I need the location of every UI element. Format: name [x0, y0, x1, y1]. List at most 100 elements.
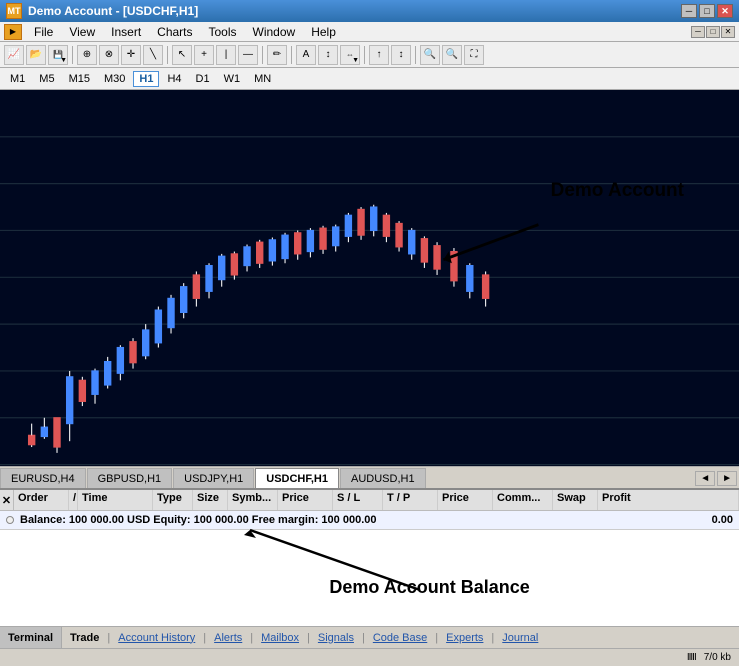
tab-experts[interactable]: Experts — [438, 630, 491, 646]
sep2 — [167, 46, 168, 64]
chart-scroll-left[interactable]: ◄ — [695, 471, 715, 486]
open-btn[interactable]: 📂 — [26, 45, 46, 65]
chart-scroll-right[interactable]: ► — [717, 471, 737, 486]
menu-view[interactable]: View — [61, 23, 103, 41]
sep6 — [415, 46, 416, 64]
col-order: Order — [14, 490, 69, 510]
tf-mn[interactable]: MN — [248, 71, 277, 87]
line-btn[interactable]: ╲ — [143, 45, 163, 65]
balance-indicator — [6, 516, 14, 524]
zoom-out-btn[interactable]: ⊗ — [99, 45, 119, 65]
new-chart-btn[interactable]: 📈 — [4, 45, 24, 65]
col-comm: Comm... — [493, 490, 553, 510]
zoom-btn[interactable]: 🔍 — [420, 45, 440, 65]
terminal-panel: ✕ Order / Time Type Size Symb... Price S… — [0, 488, 739, 648]
balance-profit: 0.00 — [712, 514, 733, 526]
tf-d1[interactable]: D1 — [190, 71, 216, 87]
arrow-btn[interactable]: ↖ — [172, 45, 192, 65]
tf-m30[interactable]: M30 — [98, 71, 131, 87]
fullscreen-btn[interactable]: ⛶ — [464, 45, 484, 65]
tab-codebase[interactable]: Code Base — [365, 630, 435, 646]
inner-restore-btn[interactable]: □ — [706, 26, 720, 38]
title-text: Demo Account - [USDCHF,H1] — [28, 4, 198, 18]
expand-btn[interactable]: ⇔ ▼ — [340, 45, 360, 65]
inner-minimize-btn[interactable]: ─ — [691, 26, 705, 38]
save-btn[interactable]: 💾 ▼ — [48, 45, 68, 65]
col-sl: S / L — [333, 490, 383, 510]
title-bar: MT Demo Account - [USDCHF,H1] ─ □ ✕ — [0, 0, 739, 22]
status-info: 7/0 kb — [704, 652, 731, 663]
tab-trade[interactable]: Trade — [62, 630, 107, 646]
sep5 — [364, 46, 365, 64]
pen-btn[interactable]: ✏ — [267, 45, 287, 65]
col-size: Size — [193, 490, 228, 510]
fib-btn[interactable]: ↕ — [318, 45, 338, 65]
close-button[interactable]: ✕ — [717, 4, 733, 18]
demo-balance-annotation: Demo Account Balance — [329, 577, 529, 598]
inner-window-controls: ─ □ ✕ — [691, 26, 735, 38]
menu-file[interactable]: File — [26, 23, 61, 41]
tab-signals[interactable]: Signals — [310, 630, 362, 646]
chart-tab-arrows: ◄ ► — [693, 469, 739, 488]
tf-m5[interactable]: M5 — [33, 71, 60, 87]
chart-scroll-btn[interactable]: ↕ — [391, 45, 411, 65]
menu-tools[interactable]: Tools — [201, 23, 245, 41]
menu-insert[interactable]: Insert — [103, 23, 149, 41]
hline-btn[interactable]: — — [238, 45, 258, 65]
balance-text: Balance: 100 000.00 USD Equity: 100 000.… — [20, 514, 376, 526]
tf-h1[interactable]: H1 — [133, 71, 159, 87]
zoom-out2-btn[interactable]: 🔍 — [442, 45, 462, 65]
tab-mailbox[interactable]: Mailbox — [253, 630, 307, 646]
col-price: Price — [278, 490, 333, 510]
chart-up-btn[interactable]: ↑ — [369, 45, 389, 65]
app-logo: ▶ — [4, 24, 22, 40]
chart-tab-usdchf-h1[interactable]: USDCHF,H1 — [255, 468, 339, 488]
terminal-tab-bar: Terminal Trade | Account History | Alert… — [0, 626, 739, 648]
chart-tab-bar: EURUSD,H4 GBPUSD,H1 USDJPY,H1 USDCHF,H1 … — [0, 466, 739, 488]
demo-account-label: Demo Account — [551, 180, 684, 202]
terminal-collapse-btn[interactable]: ✕ — [0, 490, 14, 510]
tab-journal[interactable]: Journal — [494, 630, 546, 646]
minimize-button[interactable]: ─ — [681, 4, 697, 18]
tab-alerts[interactable]: Alerts — [206, 630, 250, 646]
tf-h4[interactable]: H4 — [161, 71, 187, 87]
order-table-header: ✕ Order / Time Type Size Symb... Price S… — [0, 490, 739, 511]
chart-tab-usdjpy-h1[interactable]: USDJPY,H1 — [173, 468, 254, 488]
sep1 — [72, 46, 73, 64]
vert-line-btn[interactable]: | — [216, 45, 236, 65]
chart-container: Demo Account EURUSD,H4 GBPUSD,H1 USDJPY,… — [0, 90, 739, 488]
timeframe-bar: M1 M5 M15 M30 H1 H4 D1 W1 MN — [0, 68, 739, 90]
col-swap: Swap — [553, 490, 598, 510]
sep3 — [262, 46, 263, 64]
plus-btn[interactable]: + — [194, 45, 214, 65]
menu-window[interactable]: Window — [245, 23, 304, 41]
chart-tab-gbpusd-h1[interactable]: GBPUSD,H1 — [87, 468, 173, 488]
restore-button[interactable]: □ — [699, 4, 715, 18]
sep4 — [291, 46, 292, 64]
status-bar: IIIII 7/0 kb — [0, 648, 739, 666]
zoom-in-btn[interactable]: ⊕ — [77, 45, 97, 65]
tab-account-history[interactable]: Account History — [110, 630, 203, 646]
app-icon: MT — [6, 3, 22, 19]
col-profit: Profit — [598, 490, 739, 510]
inner-close-btn[interactable]: ✕ — [721, 26, 735, 38]
main-window: MT Demo Account - [USDCHF,H1] ─ □ ✕ ▶ Fi… — [0, 0, 739, 666]
tf-m15[interactable]: M15 — [63, 71, 96, 87]
col-tp: T / P — [383, 490, 438, 510]
chart-tab-audusd-h1[interactable]: AUDUSD,H1 — [340, 468, 426, 488]
tf-m1[interactable]: M1 — [4, 71, 31, 87]
menu-help[interactable]: Help — [303, 23, 344, 41]
window-controls: ─ □ ✕ — [681, 4, 733, 18]
col-sort: / — [69, 490, 78, 510]
terminal-label: Terminal — [0, 627, 62, 648]
toolbar: 📈 📂 💾 ▼ ⊕ ⊗ ✛ ╲ ↖ + | — ✏ A ↕ ⇔ ▼ ↑ ↕ 🔍 … — [0, 42, 739, 68]
menu-charts[interactable]: Charts — [149, 23, 200, 41]
col-type: Type — [153, 490, 193, 510]
text-btn[interactable]: A — [296, 45, 316, 65]
col-price2: Price — [438, 490, 493, 510]
chart-tab-eurusd-h4[interactable]: EURUSD,H4 — [0, 468, 86, 488]
tf-w1[interactable]: W1 — [218, 71, 247, 87]
crosshair-btn[interactable]: ✛ — [121, 45, 141, 65]
candlestick-chart — [0, 90, 739, 488]
status-icon: IIIII — [687, 652, 696, 663]
